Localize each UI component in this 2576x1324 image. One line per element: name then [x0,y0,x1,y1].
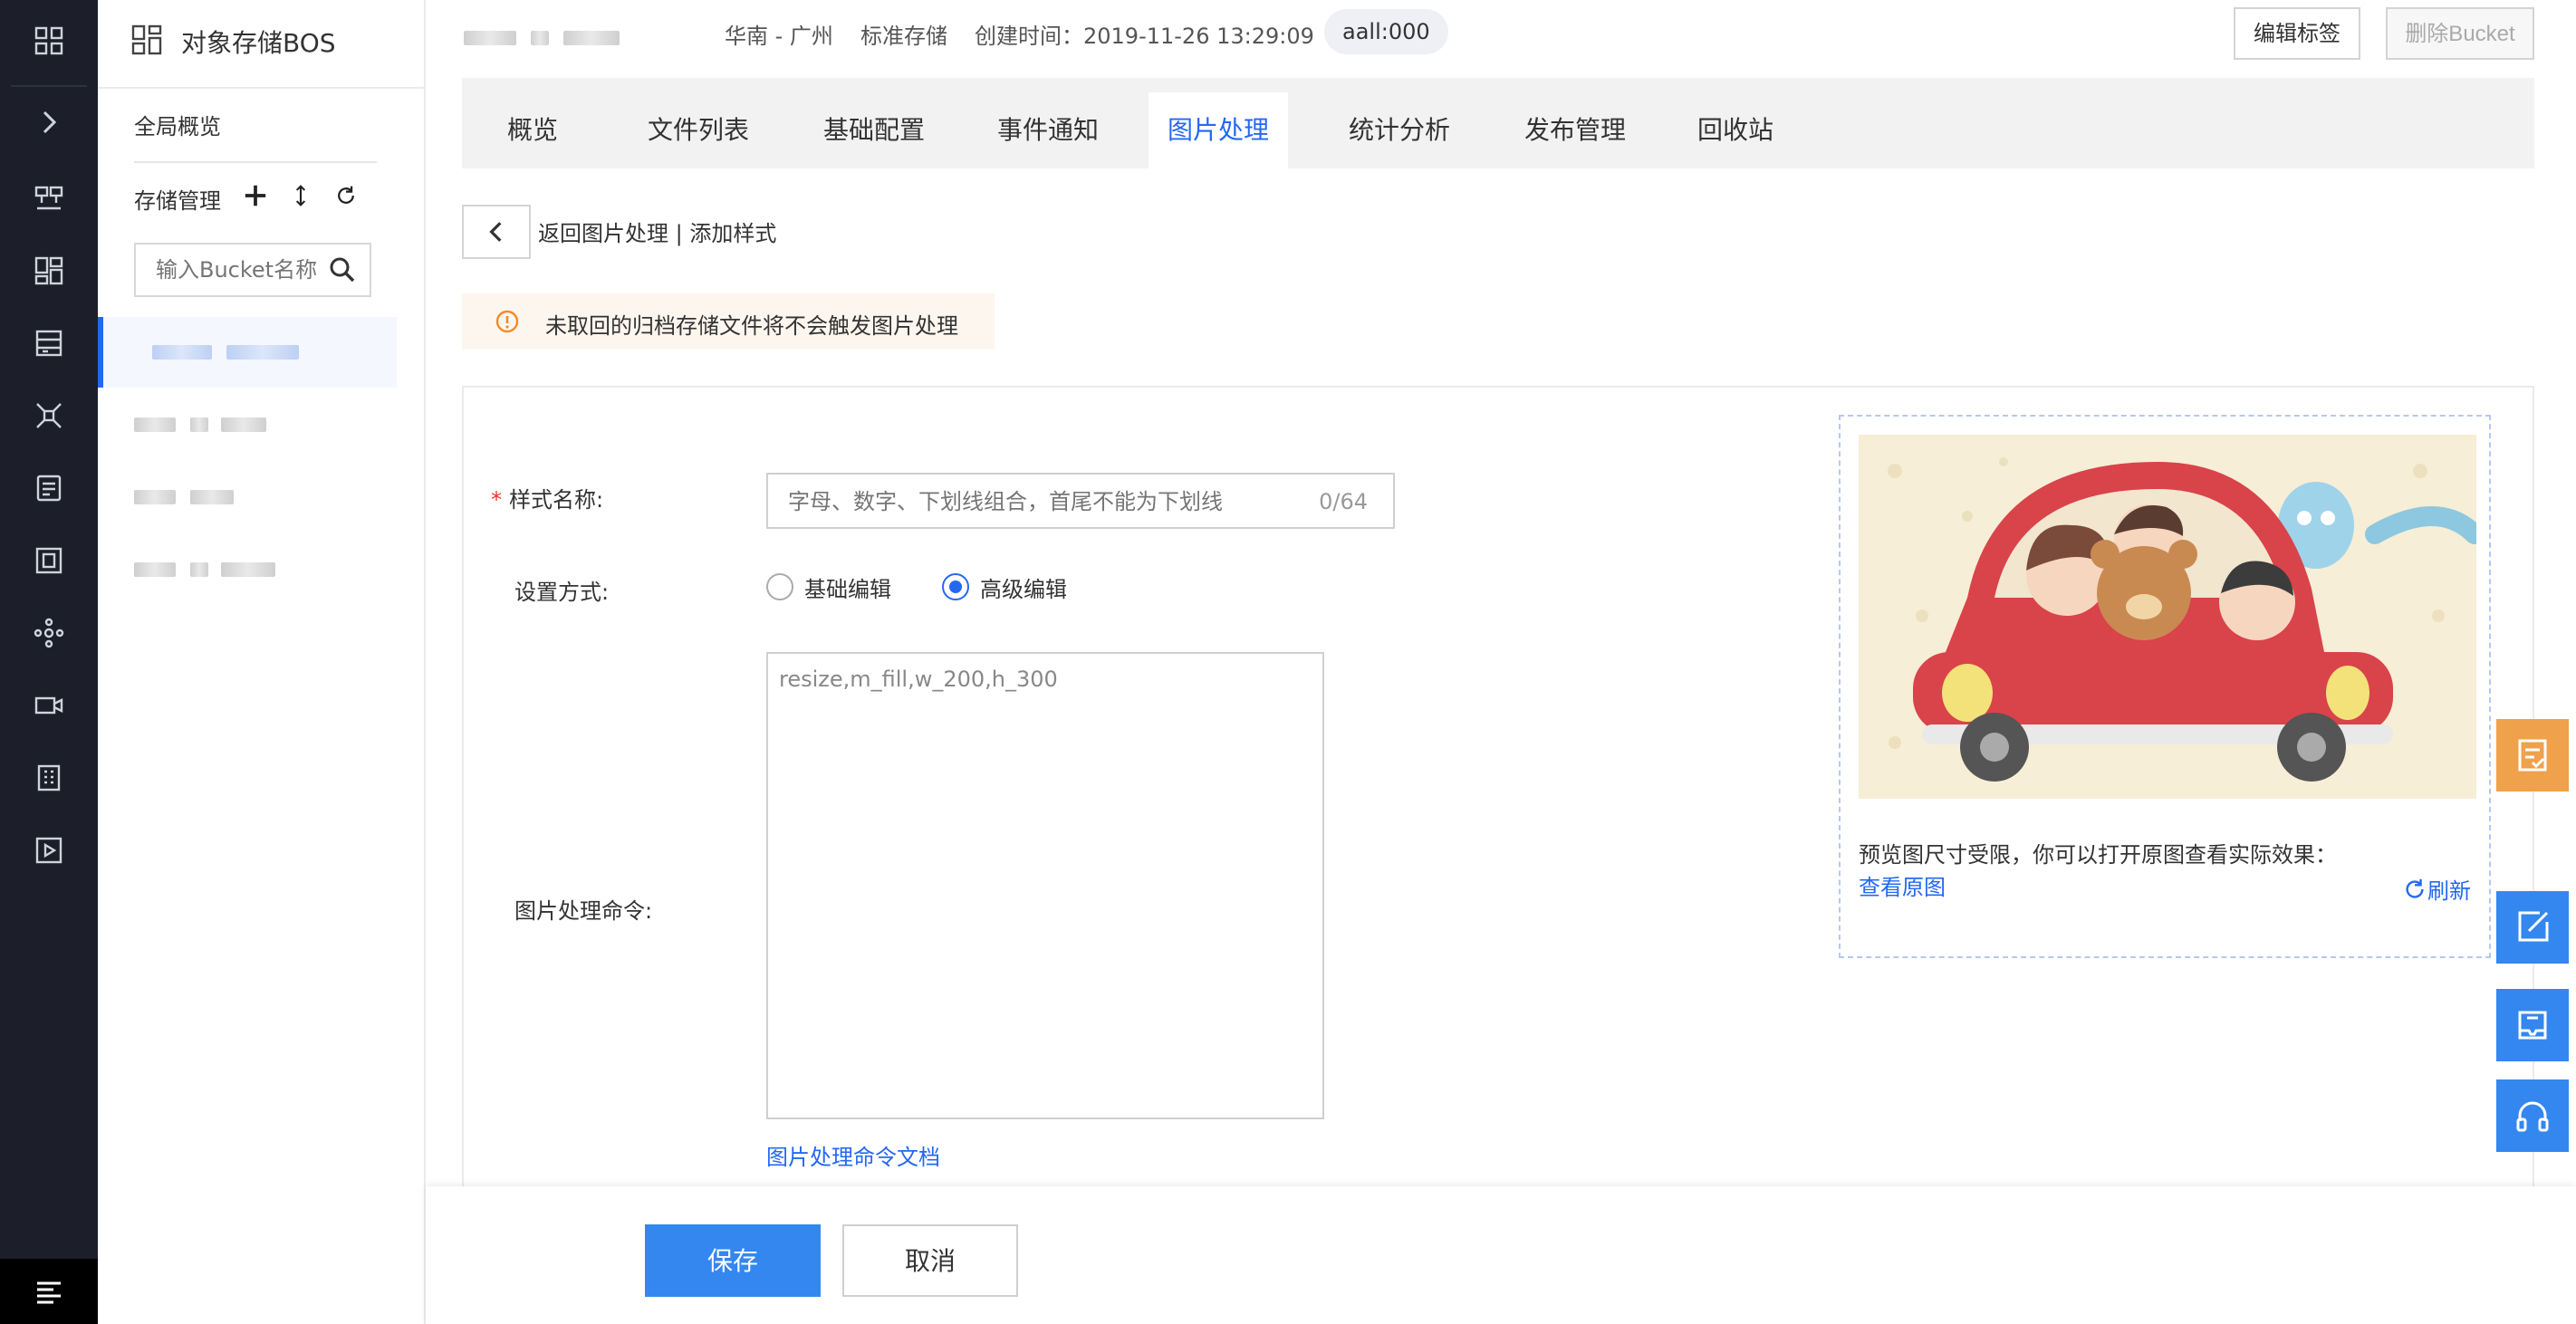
style-name-counter: 0/64 [1319,489,1368,514]
bucket-list-item[interactable] [98,389,397,460]
global-nav-rail [0,0,98,1324]
bucket-search-input[interactable] [136,245,339,295]
database-icon[interactable] [26,465,72,511]
main-content: 华南 - 广州 标准存储 创建时间：2019-11-26 13:29:09 aa… [424,0,2576,1324]
mode-basic-radio[interactable]: 基础编辑 [766,571,891,603]
inbox-float-button[interactable] [2496,989,2569,1061]
sort-icon[interactable] [284,179,317,212]
warning-icon [495,310,519,333]
chevron-left-icon [489,222,502,242]
security-icon[interactable] [26,538,72,583]
preview-image [1859,435,2476,799]
tab-statistics[interactable]: 统计分析 [1322,92,1476,168]
bucket-created-time: 创建时间：2019-11-26 13:29:09 [975,24,1314,49]
required-mark: * [491,487,502,513]
building-icon[interactable] [26,755,72,801]
style-name-field: 0/64 [766,473,1395,529]
mode-basic-label: 基础编辑 [804,576,891,602]
sidebar-header: 对象存储BOS [98,0,424,89]
preview-panel: 预览图尺寸受限，你可以打开原图查看实际效果： 查看原图 刷新 [1839,415,2491,958]
archive-notice: 未取回的归档存储文件将不会触发图片处理 [462,293,995,350]
bucket-search-box [134,243,371,297]
ai-icon[interactable] [26,610,72,656]
preview-refresh-button[interactable]: 刷新 [2402,873,2471,905]
view-original-link[interactable]: 查看原图 [1859,869,1946,901]
notice-text: 未取回的归档存储文件将不会触发图片处理 [545,313,958,339]
checklist-icon [2518,739,2547,772]
radio-circle [766,573,793,600]
bucket-list-item[interactable] [98,317,397,388]
sidebar-title: 对象存储BOS [181,28,336,58]
bucket-tag-badge: aall:000 [1324,9,1448,54]
bucket-list-item[interactable] [98,534,397,605]
headset-icon [2516,1101,2549,1132]
refresh-icon[interactable] [330,179,362,212]
compute-icon[interactable] [26,176,72,221]
style-name-label-text: 样式名称: [509,487,604,513]
storage-icon[interactable] [26,321,72,366]
add-style-form: * 样式名称: 0/64 设置方式: 基础编辑 高级编辑 图片处理命令: resi… [462,386,2534,1324]
tab-image-processing[interactable]: 图片处理 [1149,92,1288,168]
preview-hint: 预览图尺寸受限，你可以打开原图查看实际效果： [1859,842,2337,868]
tab-basic-config[interactable]: 基础配置 [797,92,951,168]
radio-circle-selected [942,573,969,600]
bucket-storage-class: 标准存储 [860,24,947,49]
command-doc-link[interactable]: 图片处理命令文档 [766,1139,940,1171]
edit-tag-button[interactable]: 编辑标签 [2234,7,2360,60]
expand-chevron-icon[interactable] [26,100,72,145]
style-name-input[interactable] [768,475,1297,529]
feedback-float-button[interactable] [2496,891,2569,964]
mode-advanced-radio[interactable]: 高级编辑 [942,571,1067,603]
command-textarea[interactable]: resize,m_fill,w_200,h_300 [766,652,1324,1119]
save-button[interactable]: 保存 [645,1224,821,1297]
breadcrumb: 返回图片处理 | 添加样式 [538,221,777,246]
refresh-label: 刷新 [2427,878,2471,904]
dashboard-icon[interactable] [26,248,72,293]
mode-label: 设置方式: [514,580,610,605]
menu-icon[interactable] [0,1259,98,1324]
cancel-button[interactable]: 取消 [842,1224,1018,1297]
style-name-label: * 样式名称: [491,482,603,513]
tab-recycle-bin[interactable]: 回收站 [1672,92,1799,168]
network-icon[interactable] [26,393,72,438]
tab-file-list[interactable]: 文件列表 [621,92,775,168]
bos-sidebar: 对象存储BOS 全局概览 存储管理 [98,0,426,1324]
edit-icon [2518,911,2549,942]
refresh-icon [2406,878,2424,898]
inbox-icon [2518,1011,2547,1040]
search-icon[interactable] [328,255,357,284]
support-float-button[interactable] [2496,1079,2569,1152]
form-footer: 保存 取消 [426,1186,2576,1324]
bucket-tabs: 概览 文件列表 基础配置 事件通知 图片处理 统计分析 发布管理 回收站 [462,78,2534,168]
tab-event-notify[interactable]: 事件通知 [971,92,1125,168]
tab-publish[interactable]: 发布管理 [1498,92,1652,168]
checklist-float-button[interactable] [2496,719,2569,792]
tab-overview[interactable]: 概览 [485,92,580,168]
add-bucket-icon[interactable] [239,179,272,212]
video-icon[interactable] [26,683,72,728]
bos-app-icon [131,24,162,55]
delete-bucket-button[interactable]: 删除Bucket [2386,7,2534,60]
media-play-icon[interactable] [26,828,72,873]
command-label: 图片处理命令: [514,898,653,924]
mode-advanced-label: 高级编辑 [980,576,1067,602]
sidebar-item-overview[interactable]: 全局概览 [134,109,221,140]
bucket-list-item[interactable] [98,462,397,532]
bucket-region: 华南 - 广州 [725,24,833,49]
storage-management-label: 存储管理 [134,188,221,214]
products-grid-icon[interactable] [26,18,72,63]
back-button[interactable] [462,205,531,259]
